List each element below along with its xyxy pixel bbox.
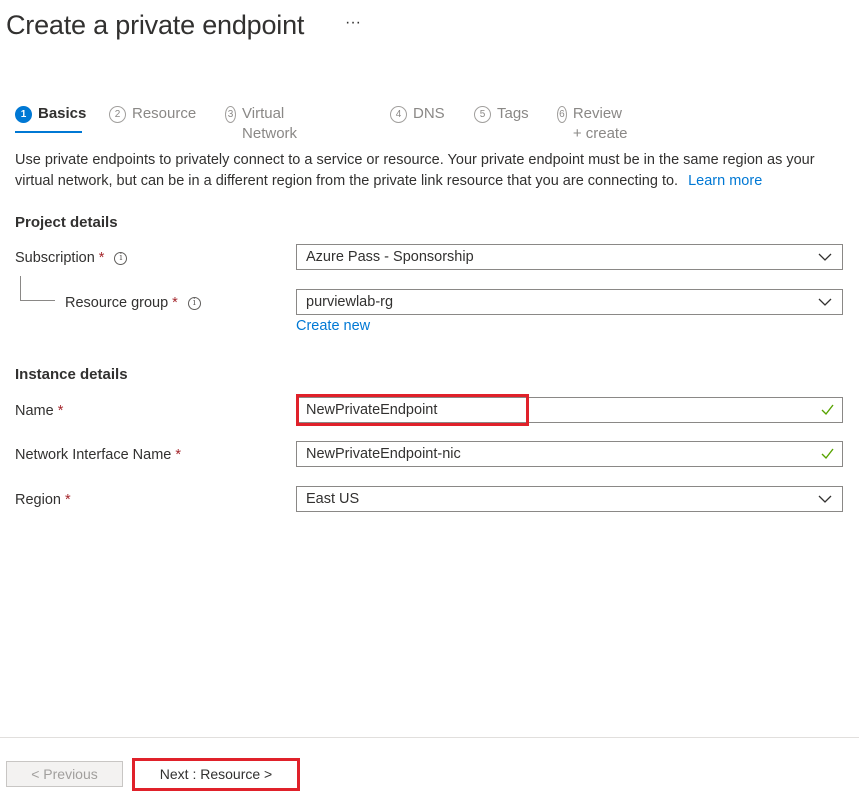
required-indicator: * xyxy=(175,447,181,463)
nic-name-value: NewPrivateEndpoint-nic xyxy=(306,446,461,462)
step-label: Basics xyxy=(38,105,87,122)
subscription-dropdown[interactable]: Azure Pass - Sponsorship xyxy=(296,244,843,270)
chevron-down-icon xyxy=(818,495,832,503)
step-number: 4 xyxy=(390,106,407,123)
tab-resource[interactable]: 2 Resource xyxy=(109,104,196,134)
step-label: Resource xyxy=(132,105,197,122)
footer-divider xyxy=(0,737,859,738)
region-label: Region * xyxy=(15,490,71,510)
subscription-value: Azure Pass - Sponsorship xyxy=(306,249,474,265)
previous-button[interactable]: < Previous xyxy=(6,761,123,787)
page-title: Create a private endpoint xyxy=(6,10,305,40)
resource-group-label-text: Resource group xyxy=(65,295,169,311)
checkmark-icon xyxy=(821,448,834,460)
project-details-heading: Project details xyxy=(15,214,118,231)
name-input[interactable]: NewPrivateEndpoint xyxy=(296,397,843,423)
resource-group-value: purviewlab-rg xyxy=(306,294,394,310)
chevron-down-icon xyxy=(818,298,832,306)
next-resource-button[interactable]: Next : Resource > xyxy=(136,761,296,787)
step-number: 2 xyxy=(109,106,126,123)
required-indicator: * xyxy=(98,250,105,266)
step-label: Tags xyxy=(497,105,529,122)
resource-group-label: Resource group * i xyxy=(65,293,201,313)
tab-basics[interactable]: 1 Basics xyxy=(15,104,86,134)
tab-tags[interactable]: 5 Tags xyxy=(474,104,529,134)
tab-review-create[interactable]: 6 Review + create xyxy=(557,104,629,142)
step-number: 3 xyxy=(225,106,237,123)
required-indicator: * xyxy=(172,295,178,311)
nic-name-label-text: Network Interface Name xyxy=(15,447,172,463)
active-tab-underline xyxy=(15,131,82,133)
subscription-label-text: Subscription xyxy=(15,250,95,266)
tree-connector xyxy=(20,300,55,301)
create-new-link[interactable]: Create new xyxy=(296,318,370,334)
learn-more-link[interactable]: Learn more xyxy=(688,173,762,189)
tree-connector xyxy=(20,276,21,300)
info-icon[interactable]: i xyxy=(187,296,201,310)
nic-name-label: Network Interface Name * xyxy=(15,445,181,465)
tab-virtual-network[interactable]: 3 Virtual Network xyxy=(225,104,303,142)
nic-name-input[interactable]: NewPrivateEndpoint-nic xyxy=(296,441,843,467)
tab-dns[interactable]: 4 DNS xyxy=(390,104,445,134)
resource-group-dropdown[interactable]: purviewlab-rg xyxy=(296,289,843,315)
step-label: DNS xyxy=(413,105,445,122)
name-label: Name * xyxy=(15,401,63,421)
subscription-label: Subscription * i xyxy=(15,248,128,268)
instance-details-heading: Instance details xyxy=(15,366,128,383)
step-number: 5 xyxy=(474,106,491,123)
region-dropdown[interactable]: East US xyxy=(296,486,843,512)
intro-text: Use private endpoints to privately conne… xyxy=(15,150,845,192)
create-private-endpoint-page: Create a private endpoint ··· 1 Basics 2… xyxy=(0,0,859,806)
region-value: East US xyxy=(306,491,360,507)
step-label: Review + create xyxy=(572,105,628,142)
step-number: 1 xyxy=(15,106,32,123)
region-label-text: Region xyxy=(15,492,61,508)
more-options-button[interactable]: ··· xyxy=(345,14,361,32)
step-label: Virtual Network xyxy=(242,105,298,142)
step-number: 6 xyxy=(557,106,567,123)
chevron-down-icon xyxy=(818,253,832,261)
name-value: NewPrivateEndpoint xyxy=(306,402,438,418)
name-label-text: Name xyxy=(15,403,54,419)
required-indicator: * xyxy=(64,492,71,508)
required-indicator: * xyxy=(57,403,64,419)
checkmark-icon xyxy=(821,404,834,416)
info-icon[interactable]: i xyxy=(114,251,128,265)
